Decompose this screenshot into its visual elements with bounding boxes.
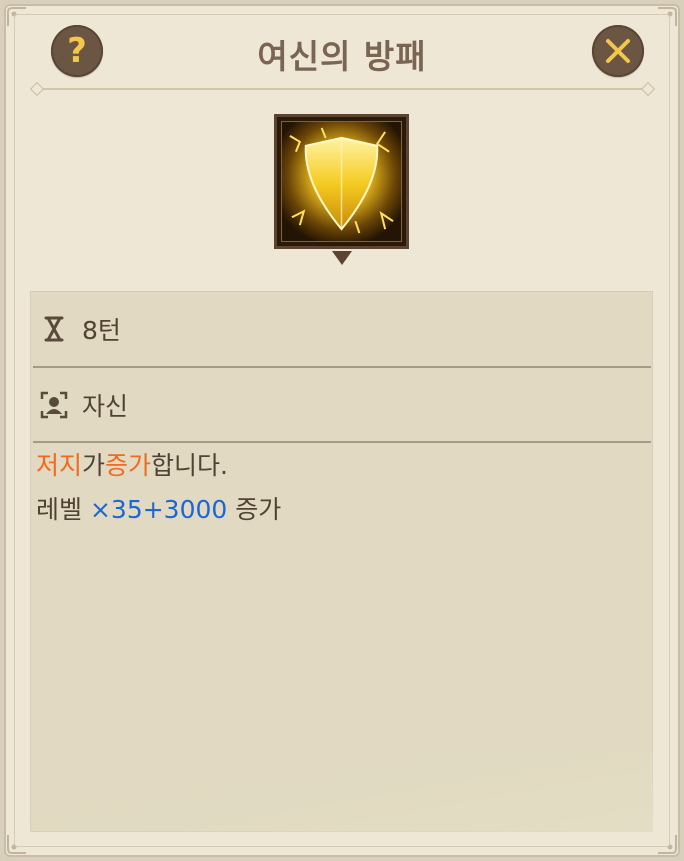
- effect-line-1: 저지가증가합니다.: [36, 444, 281, 488]
- duration-text: 8턴: [82, 315, 121, 345]
- duration-row: 8턴: [30, 291, 653, 366]
- corner-ornament: [6, 6, 28, 28]
- title-divider: [36, 88, 648, 90]
- target-self-icon: [40, 391, 68, 418]
- stat-name: 저지: [36, 451, 83, 480]
- hourglass-icon: [44, 316, 64, 341]
- target-row: 자신: [30, 367, 653, 442]
- icon-pointer: [332, 251, 352, 265]
- effect-verb: 증가: [105, 451, 152, 480]
- corner-ornament: [656, 833, 678, 855]
- effect-text: 합니다.: [151, 451, 228, 480]
- skill-details: 8턴 자신 저지가증가합니다. 레벨 ×35+3000 증가: [30, 291, 653, 832]
- corner-ornament: [6, 833, 28, 855]
- golden-shield-icon: [282, 122, 401, 241]
- dialog-title: 여신의 방패: [257, 37, 427, 76]
- skill-icon-frame: [274, 114, 409, 249]
- target-text: 자신: [82, 391, 129, 421]
- effect-formula: ×35+3000: [89, 495, 228, 524]
- effect-description: 저지가증가합니다. 레벨 ×35+3000 증가: [36, 444, 281, 532]
- close-button[interactable]: [592, 25, 644, 77]
- effect-line-2: 레벨 ×35+3000 증가: [36, 488, 281, 532]
- corner-ornament: [656, 6, 678, 28]
- effect-text: 증가: [235, 495, 282, 524]
- divider: [33, 441, 651, 443]
- effect-text: 레벨: [36, 495, 83, 524]
- close-x-icon: [606, 39, 630, 63]
- effect-text: 가: [82, 451, 106, 480]
